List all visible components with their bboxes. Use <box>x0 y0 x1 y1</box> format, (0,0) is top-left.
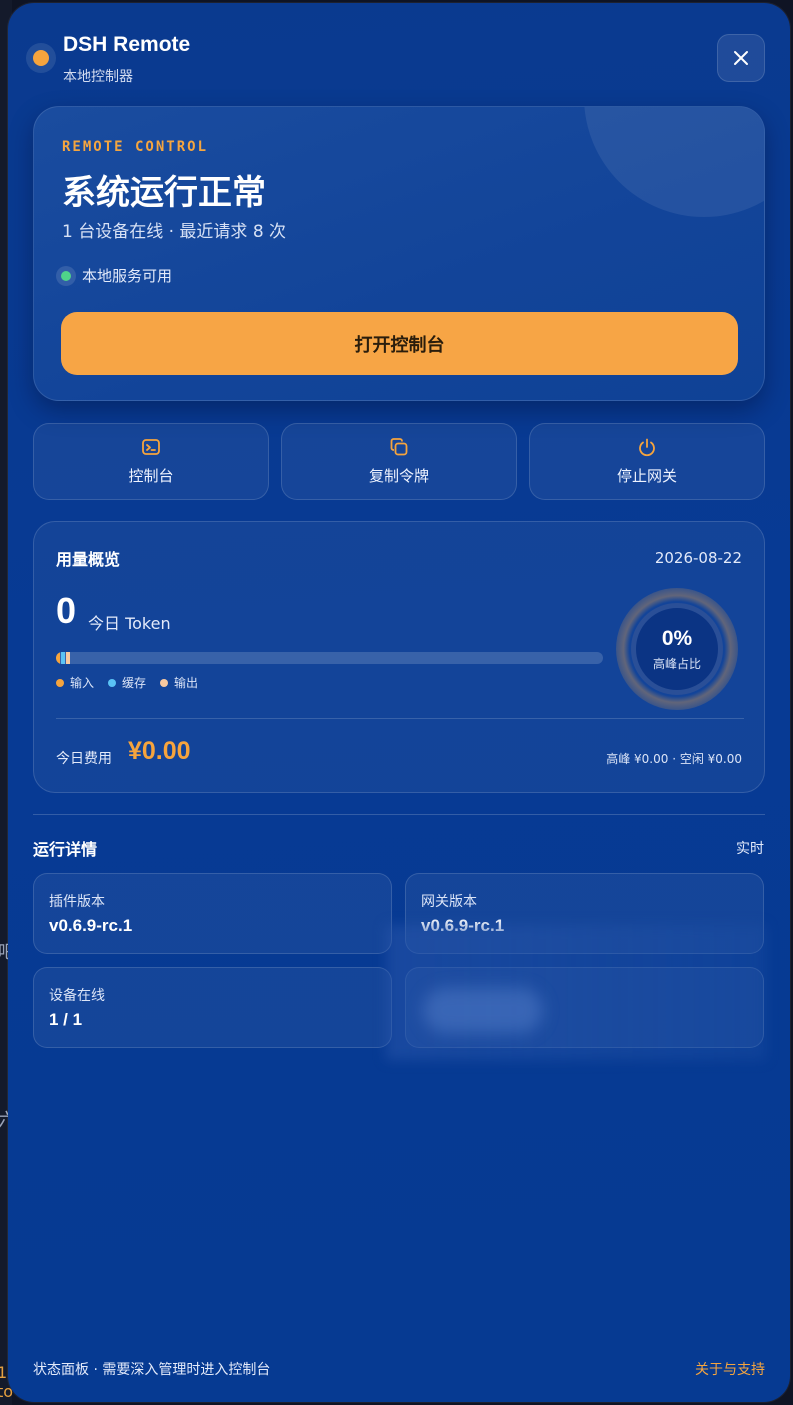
footer-note: 状态面板 · 需要深入管理时进入控制台 <box>33 1362 271 1378</box>
legend-label: 输出 <box>174 676 199 690</box>
devices-online-label: 设备在线 <box>49 988 105 1004</box>
token-label: 今日 Token <box>88 614 171 633</box>
app-subtitle: 本地控制器 <box>63 69 133 85</box>
usage-title: 用量概览 <box>56 550 121 569</box>
peak-ratio-label: 高峰占比 <box>652 656 701 671</box>
devices-online-card: 设备在线 1 / 1 <box>33 967 392 1048</box>
legend-dot-icon <box>160 678 169 687</box>
remote-panel: DSH Remote 本地控制器 REMOTE CONTROL 系统运行正常 1… <box>8 3 790 1402</box>
copy-token-button[interactable]: 复制令牌 <box>281 423 517 500</box>
legend-label: 输入 <box>70 676 95 690</box>
usage-legend: 输入 缓存 输出 <box>56 674 212 691</box>
quick-actions: 控制台 复制令牌 停止网关 <box>33 423 765 500</box>
legend-input: 输入 <box>56 674 94 691</box>
panel-header: DSH Remote 本地控制器 <box>8 3 790 103</box>
terminal-icon <box>142 439 160 455</box>
plugin-version-card: 插件版本 v0.6.9-rc.1 <box>33 873 392 954</box>
bar-segment-cache <box>61 652 65 664</box>
legend-output: 输出 <box>160 674 198 691</box>
status-hero-card: REMOTE CONTROL 系统运行正常 1 台设备在线 · 最近请求 8 次… <box>33 106 765 401</box>
close-button[interactable] <box>717 34 765 82</box>
peak-ratio-center: 0% 高峰占比 <box>631 603 723 695</box>
open-console-button[interactable]: 打开控制台 <box>61 312 738 375</box>
console-button-label: 控制台 <box>128 467 174 485</box>
token-usage-bar <box>56 652 603 664</box>
copy-icon <box>390 438 408 456</box>
copy-token-button-label: 复制令牌 <box>368 467 429 485</box>
token-count: 0 <box>56 590 77 631</box>
plugin-version-value: v0.6.9-rc.1 <box>49 916 133 935</box>
stop-gateway-button[interactable]: 停止网关 <box>529 423 765 500</box>
legend-dot-icon <box>108 678 117 687</box>
legend-dot-icon <box>56 678 64 687</box>
hero-eyebrow: REMOTE CONTROL <box>62 139 209 155</box>
about-support-link[interactable]: 关于与支持 <box>695 1359 765 1379</box>
cost-label: 今日费用 <box>56 751 112 767</box>
console-button[interactable]: 控制台 <box>33 423 269 500</box>
stop-gateway-button-label: 停止网关 <box>616 467 677 485</box>
service-status-label: 本地服务可用 <box>82 267 173 285</box>
plugin-version-label: 插件版本 <box>49 894 105 910</box>
close-icon <box>734 51 748 65</box>
details-title: 运行详情 <box>33 840 98 859</box>
hero-title: 系统运行正常 <box>62 173 266 213</box>
realtime-badge: 实时 <box>736 841 764 857</box>
divider <box>33 814 765 815</box>
decorative-circle <box>584 107 764 217</box>
status-dot-icon <box>56 265 76 286</box>
service-status: 本地服务可用 <box>56 265 172 286</box>
gateway-version-label: 网关版本 <box>421 894 477 910</box>
usage-date: 2026-08-22 <box>654 549 742 567</box>
cost-breakdown: 高峰 ¥0.00 · 空闲 ¥0.00 <box>606 752 742 766</box>
devices-online-value: 1 / 1 <box>49 1010 83 1029</box>
bar-segment-output <box>66 652 70 664</box>
peak-ratio-value: 0% <box>661 626 693 650</box>
legend-cache: 缓存 <box>108 674 146 691</box>
app-title: DSH Remote <box>63 33 191 56</box>
legend-label: 缓存 <box>122 676 147 690</box>
cost-value: ¥0.00 <box>128 737 191 765</box>
divider <box>56 718 744 719</box>
bar-segment-input <box>56 652 60 664</box>
hero-subtitle: 1 台设备在线 · 最近请求 8 次 <box>62 222 287 242</box>
power-icon <box>639 438 655 457</box>
blur-overlay <box>423 988 543 1033</box>
peak-ratio-gauge: 0% 高峰占比 <box>616 588 738 710</box>
usage-overview-card: 用量概览 2026-08-22 0 今日 Token 输入 缓存 输出 0% 高… <box>33 521 765 793</box>
status-logo-icon <box>26 43 56 73</box>
